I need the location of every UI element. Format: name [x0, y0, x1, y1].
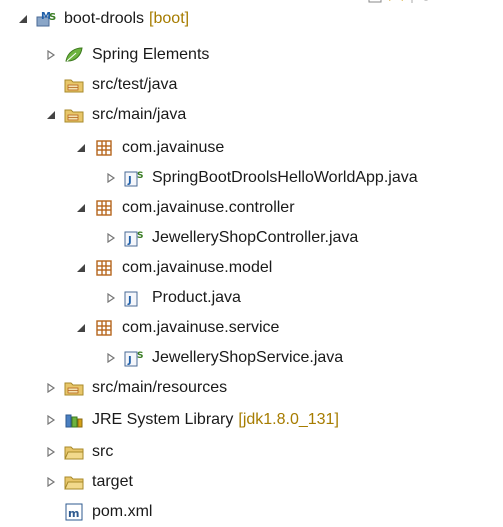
svg-text:m: m	[68, 507, 79, 520]
src-test-java-label: src/test/java	[92, 76, 178, 93]
collapse-icon[interactable]	[74, 141, 88, 155]
package-icon	[94, 319, 114, 337]
expand-icon[interactable]	[44, 48, 58, 62]
tree-item-src-main-java[interactable]: src/main/java	[0, 100, 503, 130]
tree-item-src-main-resources[interactable]: src/main/resources	[0, 373, 503, 403]
project-decoration: [boot]	[149, 10, 190, 27]
tree-item-java-file[interactable]: JS SpringBootDroolsHelloWorldApp.java	[0, 163, 503, 193]
pom-label: pom.xml	[92, 503, 153, 520]
spring-java-file-icon: JS	[124, 229, 144, 247]
target-label: target	[92, 473, 133, 490]
expand-icon[interactable]	[104, 351, 118, 365]
source-folder-icon	[64, 379, 84, 397]
collapse-icon[interactable]	[44, 108, 58, 122]
svg-text:S: S	[137, 231, 143, 241]
expand-icon[interactable]	[104, 291, 118, 305]
tree-item-java-file[interactable]: JS JewelleryShopService.java	[0, 343, 503, 373]
expand-icon[interactable]	[44, 413, 58, 427]
spring-leaf-icon	[64, 46, 84, 64]
svg-text:J: J	[127, 175, 132, 186]
tree-item-package[interactable]: com.javainuse	[0, 133, 503, 163]
package-icon	[94, 259, 114, 277]
folder-icon	[64, 443, 84, 461]
tree-item-package[interactable]: com.javainuse.controller	[0, 193, 503, 223]
tree-item-package[interactable]: com.javainuse.service	[0, 313, 503, 343]
spring-java-file-icon: JS	[124, 349, 144, 367]
package-label: com.javainuse.model	[122, 259, 273, 276]
svg-text:S: S	[49, 12, 56, 23]
package-icon	[94, 199, 114, 217]
tree-item-target[interactable]: target	[0, 467, 503, 497]
expand-icon[interactable]	[44, 475, 58, 489]
collapse-icon[interactable]	[74, 261, 88, 275]
src-label: src	[92, 443, 114, 460]
collapse-icon[interactable]	[74, 321, 88, 335]
maven-file-icon: m	[64, 503, 84, 521]
file-label: JewelleryShopController.java	[152, 229, 359, 246]
svg-text:J: J	[127, 295, 132, 306]
folder-icon	[64, 473, 84, 491]
collapse-icon[interactable]	[16, 12, 30, 26]
tree-item-project[interactable]: M S boot-drools [boot]	[0, 4, 503, 34]
src-main-java-label: src/main/java	[92, 106, 187, 123]
svg-text:S: S	[137, 351, 143, 361]
expand-icon[interactable]	[104, 231, 118, 245]
library-icon	[64, 411, 84, 429]
project-label: boot-drools	[64, 10, 145, 27]
spring-java-file-icon: JS	[124, 169, 144, 187]
tree-item-src-test-java[interactable]: src/test/java	[0, 70, 503, 100]
svg-text:S: S	[137, 171, 143, 181]
tree-item-java-file[interactable]: JS JewelleryShopController.java	[0, 223, 503, 253]
java-file-icon: J	[124, 289, 144, 307]
package-label: com.javainuse.controller	[122, 199, 295, 216]
jre-decoration: [jdk1.8.0_131]	[238, 411, 339, 428]
tree-item-jre-library[interactable]: JRE System Library [jdk1.8.0_131]	[0, 405, 503, 435]
expand-icon[interactable]	[44, 381, 58, 395]
spring-elements-label: Spring Elements	[92, 46, 210, 63]
svg-text:J: J	[127, 235, 132, 246]
file-label: JewelleryShopService.java	[152, 349, 344, 366]
tree-item-src[interactable]: src	[0, 437, 503, 467]
expand-icon[interactable]	[44, 445, 58, 459]
src-main-resources-label: src/main/resources	[92, 379, 228, 396]
expand-icon[interactable]	[104, 171, 118, 185]
file-label: SpringBootDroolsHelloWorldApp.java	[152, 169, 418, 186]
tree-item-java-file[interactable]: J Product.java	[0, 283, 503, 313]
tree-item-spring-elements[interactable]: Spring Elements	[0, 40, 503, 70]
package-label: com.javainuse.service	[122, 319, 280, 336]
collapse-icon[interactable]	[74, 201, 88, 215]
file-label: Product.java	[152, 289, 241, 306]
source-folder-icon	[64, 76, 84, 94]
source-folder-icon	[64, 106, 84, 124]
project-explorer-tree: M S boot-drools [boot] Spring Elements s…	[0, 0, 503, 523]
jre-label: JRE System Library	[92, 411, 234, 428]
tree-item-package[interactable]: com.javainuse.model	[0, 253, 503, 283]
boot-project-icon: M S	[36, 10, 56, 28]
package-icon	[94, 139, 114, 157]
package-label: com.javainuse	[122, 139, 225, 156]
svg-text:J: J	[127, 355, 132, 366]
